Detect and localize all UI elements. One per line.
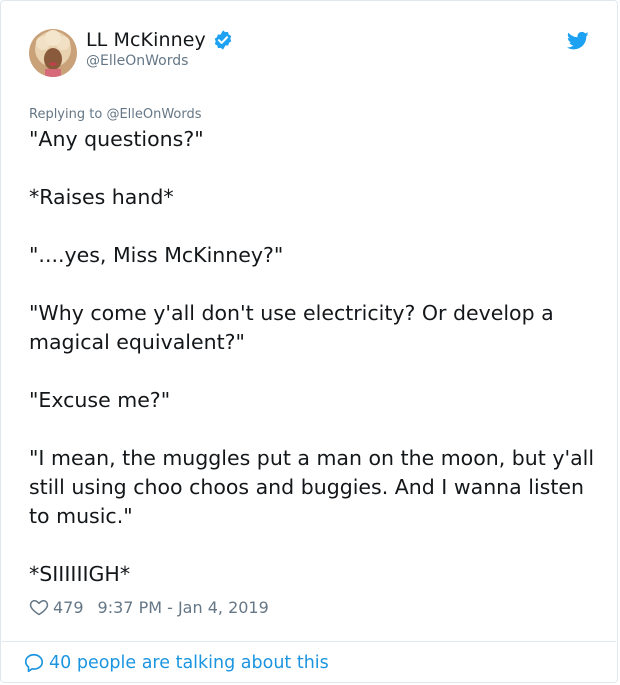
avatar-image: [29, 29, 77, 77]
tweet-text: "Any questions?" *Raises hand* "....yes,…: [29, 125, 604, 589]
footer-divider: [2, 641, 616, 642]
like-count[interactable]: 479: [53, 598, 84, 617]
tweet-paragraph: "I mean, the muggles put a man on the mo…: [29, 446, 601, 528]
author-display-name[interactable]: LL McKinney: [86, 29, 206, 51]
author-handle[interactable]: @ElleOnWords: [86, 53, 188, 69]
twitter-bird-icon[interactable]: [567, 31, 589, 51]
heart-icon[interactable]: [29, 597, 49, 617]
tweet-paragraph: *SIIIIIIGH*: [29, 562, 131, 586]
avatar[interactable]: [29, 29, 77, 77]
tweet-paragraph: "....yes, Miss McKinney?": [29, 243, 284, 267]
tweet-timestamp[interactable]: 9:37 PM - Jan 4, 2019: [98, 598, 269, 617]
tweet-paragraph: "Why come y'all don't use electricity? O…: [29, 301, 561, 354]
author-name-row[interactable]: LL McKinney: [86, 29, 234, 51]
replying-to-handle-link[interactable]: @ElleOnWords: [106, 107, 201, 122]
tweet-meta: 479 9:37 PM - Jan 4, 2019: [29, 597, 269, 617]
verified-badge-icon: [212, 29, 234, 51]
conversation-link[interactable]: 40 people are talking about this: [23, 652, 329, 674]
speech-bubble-icon: [23, 652, 45, 674]
tweet-paragraph: *Raises hand*: [29, 185, 174, 209]
replying-to-prefix: Replying to: [29, 107, 107, 122]
tweet-paragraph: "Excuse me?": [29, 388, 171, 412]
conversation-link-label[interactable]: 40 people are talking about this: [49, 653, 329, 673]
replying-to-line: Replying to @ElleOnWords: [29, 107, 202, 122]
tweet-card: LL McKinney @ElleOnWords Replying to @El…: [0, 0, 618, 683]
tweet-paragraph: "Any questions?": [29, 127, 204, 151]
